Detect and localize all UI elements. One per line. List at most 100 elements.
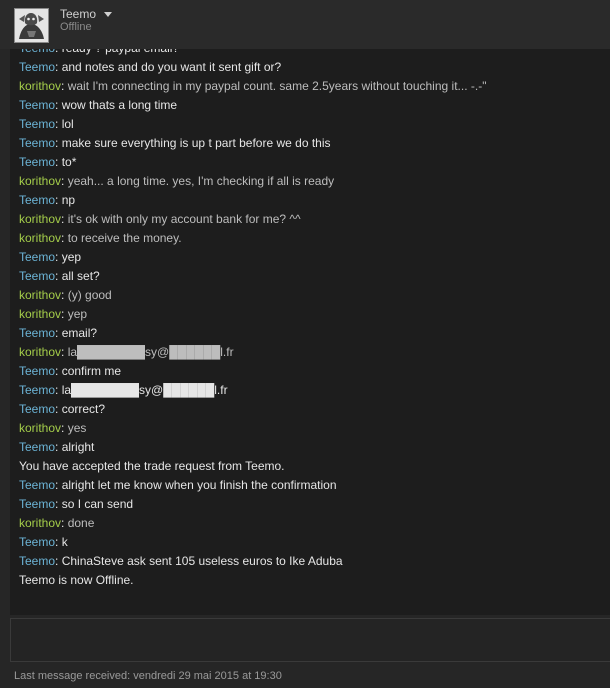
chat-messages: Teemo: ready ? paypal email?Teemo: and n… [19,49,602,590]
chat-message: korithov: wait I'm connecting in my payp… [19,77,602,96]
sender-name[interactable]: Teemo [19,326,55,340]
message-text: yeah... a long time. yes, I'm checking i… [67,174,335,188]
system-message-text: You have accepted the trade request from… [19,459,285,473]
sender-name[interactable]: Teemo [19,60,55,74]
separator: : [61,516,68,530]
separator: : [55,269,62,283]
chat-message: Teemo: yep [19,248,602,267]
chat-message: Teemo: confirm me [19,362,602,381]
separator: : [61,288,68,302]
message-text: wow thats a long time [61,98,178,112]
sender-name[interactable]: korithov [19,307,61,321]
system-message: You have accepted the trade request from… [19,457,602,476]
chat-log[interactable]: Teemo: ready ? paypal email?Teemo: and n… [10,49,610,615]
user-status: Offline [60,21,92,33]
sender-name[interactable]: korithov [19,288,61,302]
separator: : [55,497,62,511]
sender-name[interactable]: korithov [19,79,61,93]
chat-message: Teemo: so I can send [19,495,602,514]
chat-header: Teemo Offline [0,0,610,49]
separator: : [55,155,62,169]
sender-name[interactable]: Teemo [19,155,55,169]
separator: : [55,554,62,568]
username: Teemo [60,7,97,21]
chat-message: Teemo: and notes and do you want it sent… [19,58,602,77]
sender-name[interactable]: Teemo [19,478,55,492]
separator: : [55,136,62,150]
sender-name[interactable]: korithov [19,516,61,530]
chat-message: Teemo: wow thats a long time [19,96,602,115]
chat-message: Teemo: alright let me know when you fini… [19,476,602,495]
message-text: (y) good [67,288,112,302]
sender-name[interactable]: Teemo [19,497,55,511]
sender-name[interactable]: korithov [19,174,61,188]
message-text: yep [67,307,88,321]
message-text: np [61,193,76,207]
separator: : [55,478,62,492]
chat-message: Teemo: ready ? paypal email? [19,49,602,58]
chat-message: korithov: to receive the money. [19,229,602,248]
sender-name[interactable]: korithov [19,421,61,435]
chat-message: korithov: yep [19,305,602,324]
message-text: wait I'm connecting in my paypal count. … [67,79,487,93]
message-text: correct? [61,402,106,416]
sender-name[interactable]: Teemo [19,136,55,150]
separator: : [61,212,68,226]
system-message-text: Teemo is now Offline. [19,573,134,587]
message-text: to* [61,155,77,169]
sender-name[interactable]: korithov [19,212,61,226]
message-text: alright [61,440,95,454]
sender-name[interactable]: korithov [19,231,61,245]
chat-message: Teemo: email? [19,324,602,343]
chat-message: korithov: done [19,514,602,533]
message-text: make sure everything is up t part before… [61,136,331,150]
sender-name[interactable]: Teemo [19,250,55,264]
message-text: email? [61,326,98,340]
chat-message: Teemo: make sure everything is up t part… [19,134,602,153]
separator: : [55,383,62,397]
chat-message: Teemo: la████████sy@██████l.fr [19,381,602,400]
separator: : [55,250,62,264]
chat-message: korithov: yeah... a long time. yes, I'm … [19,172,602,191]
separator: : [55,117,62,131]
separator: : [55,49,62,55]
chat-message: korithov: yes [19,419,602,438]
separator: : [61,79,68,93]
chat-message: Teemo: np [19,191,602,210]
separator: : [55,440,62,454]
separator: : [55,60,62,74]
sender-name[interactable]: Teemo [19,193,55,207]
message-text: all set? [61,269,100,283]
separator: : [61,231,68,245]
sender-name[interactable]: Teemo [19,49,55,55]
message-text: yep [61,250,82,264]
sender-name[interactable]: Teemo [19,440,55,454]
message-text: so I can send [61,497,134,511]
sender-name[interactable]: Teemo [19,117,55,131]
sender-name[interactable]: Teemo [19,535,55,549]
sender-name[interactable]: Teemo [19,554,55,568]
message-input[interactable] [11,619,610,661]
message-text: to receive the money. [67,231,182,245]
sender-name[interactable]: Teemo [19,402,55,416]
sender-name[interactable]: Teemo [19,98,55,112]
chat-message: Teemo: k [19,533,602,552]
sender-name[interactable]: Teemo [19,383,55,397]
message-text: ChinaSteve ask sent 105 useless euros to… [61,554,343,568]
separator: : [61,421,68,435]
sender-name[interactable]: Teemo [19,269,55,283]
separator: : [61,307,68,321]
chat-message: Teemo: all set? [19,267,602,286]
chat-message: Teemo: lol [19,115,602,134]
avatar[interactable] [14,8,49,43]
chat-message: korithov: (y) good [19,286,602,305]
message-input-container [10,618,610,662]
message-text: k [61,535,68,549]
sender-name[interactable]: Teemo [19,364,55,378]
separator: : [55,402,62,416]
sender-name[interactable]: korithov [19,345,61,359]
separator: : [55,364,62,378]
username-dropdown[interactable]: Teemo [60,7,113,21]
chat-message: korithov: it's ok with only my account b… [19,210,602,229]
separator: : [55,326,62,340]
